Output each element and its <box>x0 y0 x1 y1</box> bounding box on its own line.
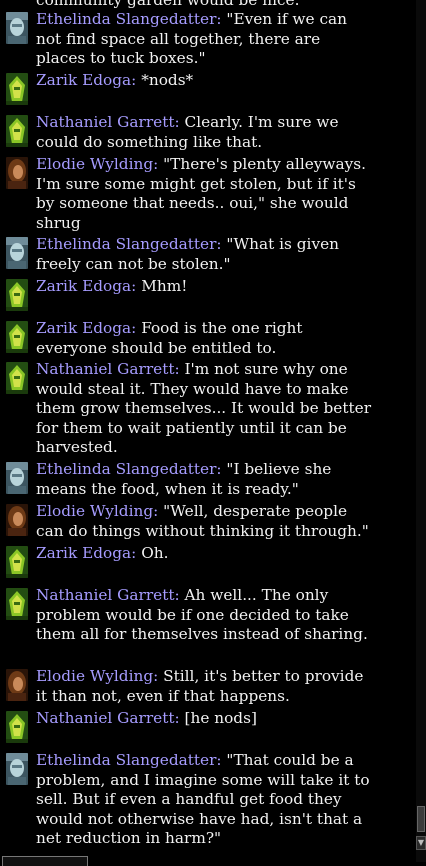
speaker-name[interactable]: Zarik Edoga: <box>36 319 136 337</box>
message-text: Zarik Edoga: *nods* <box>36 71 374 91</box>
speaker-name[interactable]: Zarik Edoga: <box>36 71 136 89</box>
speaker-name[interactable]: Nathaniel Garrett: <box>36 586 180 604</box>
avatar-portrait-icon[interactable] <box>6 321 28 353</box>
speaker-name[interactable]: Ethelinda Slangedatter: <box>36 460 222 478</box>
avatar-portrait-icon[interactable] <box>6 588 28 620</box>
avatar-portrait-icon[interactable] <box>6 12 28 44</box>
speaker-name[interactable]: Elodie Wylding: <box>36 667 158 685</box>
message-text: Ethelinda Slangedatter: "What is given f… <box>36 235 374 274</box>
speaker-name[interactable]: Nathaniel Garrett: <box>36 709 180 727</box>
message-text: Nathaniel Garrett: [he nods] <box>36 709 374 729</box>
message-text: Nathaniel Garrett: Ah well... The only p… <box>36 586 374 645</box>
scrollbar[interactable]: ▼ <box>416 0 426 862</box>
speaker-name[interactable]: Ethelinda Slangedatter: <box>36 235 222 253</box>
message-text: Nathaniel Garrett: Clearly. I'm sure we … <box>36 113 374 152</box>
avatar-portrait-icon[interactable] <box>6 73 28 105</box>
chat-log: community garden would be nice." Ethelin… <box>0 0 416 862</box>
speaker-name[interactable]: Zarik Edoga: <box>36 277 136 295</box>
avatar-portrait-icon[interactable] <box>6 362 28 394</box>
avatar-portrait-icon[interactable] <box>6 279 28 311</box>
message-text: Elodie Wylding: "Well, desperate people … <box>36 502 374 541</box>
speaker-name[interactable]: Zarik Edoga: <box>36 544 136 562</box>
avatar-portrait-icon[interactable] <box>6 157 28 189</box>
speaker-name[interactable]: Ethelinda Slangedatter: <box>36 10 222 28</box>
message-text: Ethelinda Slangedatter: "I believe she m… <box>36 460 374 499</box>
message-text: Ethelinda Slangedatter: "Even if we can … <box>36 10 374 69</box>
speaker-name[interactable]: Ethelinda Slangedatter: <box>36 751 222 769</box>
speaker-name[interactable]: Elodie Wylding: <box>36 502 158 520</box>
scroll-down-arrow-icon[interactable]: ▼ <box>416 836 426 850</box>
avatar-portrait-icon[interactable] <box>6 753 28 785</box>
avatar-portrait-icon[interactable] <box>6 504 28 536</box>
cut-off-message-line: community garden would be nice." <box>36 0 307 9</box>
speaker-name[interactable]: Elodie Wylding: <box>36 155 158 173</box>
avatar-portrait-icon[interactable] <box>6 546 28 578</box>
message-body: Mhm! <box>136 277 188 295</box>
message-body: Oh. <box>136 544 169 562</box>
scroll-thumb[interactable] <box>417 806 425 832</box>
avatar-portrait-icon[interactable] <box>6 115 28 147</box>
message-text: Nathaniel Garrett: I'm not sure why one … <box>36 360 374 458</box>
message-text: Elodie Wylding: Still, it's better to pr… <box>36 667 374 706</box>
message-text: Zarik Edoga: Oh. <box>36 544 374 564</box>
avatar-portrait-icon[interactable] <box>6 237 28 269</box>
avatar-portrait-icon[interactable] <box>6 669 28 701</box>
message-text: Zarik Edoga: Mhm! <box>36 277 374 297</box>
avatar-portrait-icon[interactable] <box>6 462 28 494</box>
message-text: Ethelinda Slangedatter: "That could be a… <box>36 751 374 849</box>
message-body: [he nods] <box>179 709 257 727</box>
message-body: *nods* <box>136 71 194 89</box>
speaker-name[interactable]: Nathaniel Garrett: <box>36 113 180 131</box>
chat-tab[interactable] <box>2 856 88 866</box>
message-text: Elodie Wylding: "There's plenty alleyway… <box>36 155 374 233</box>
avatar-portrait-icon[interactable] <box>6 711 28 743</box>
speaker-name[interactable]: Nathaniel Garrett: <box>36 360 180 378</box>
message-text: Zarik Edoga: Food is the one right every… <box>36 319 374 358</box>
